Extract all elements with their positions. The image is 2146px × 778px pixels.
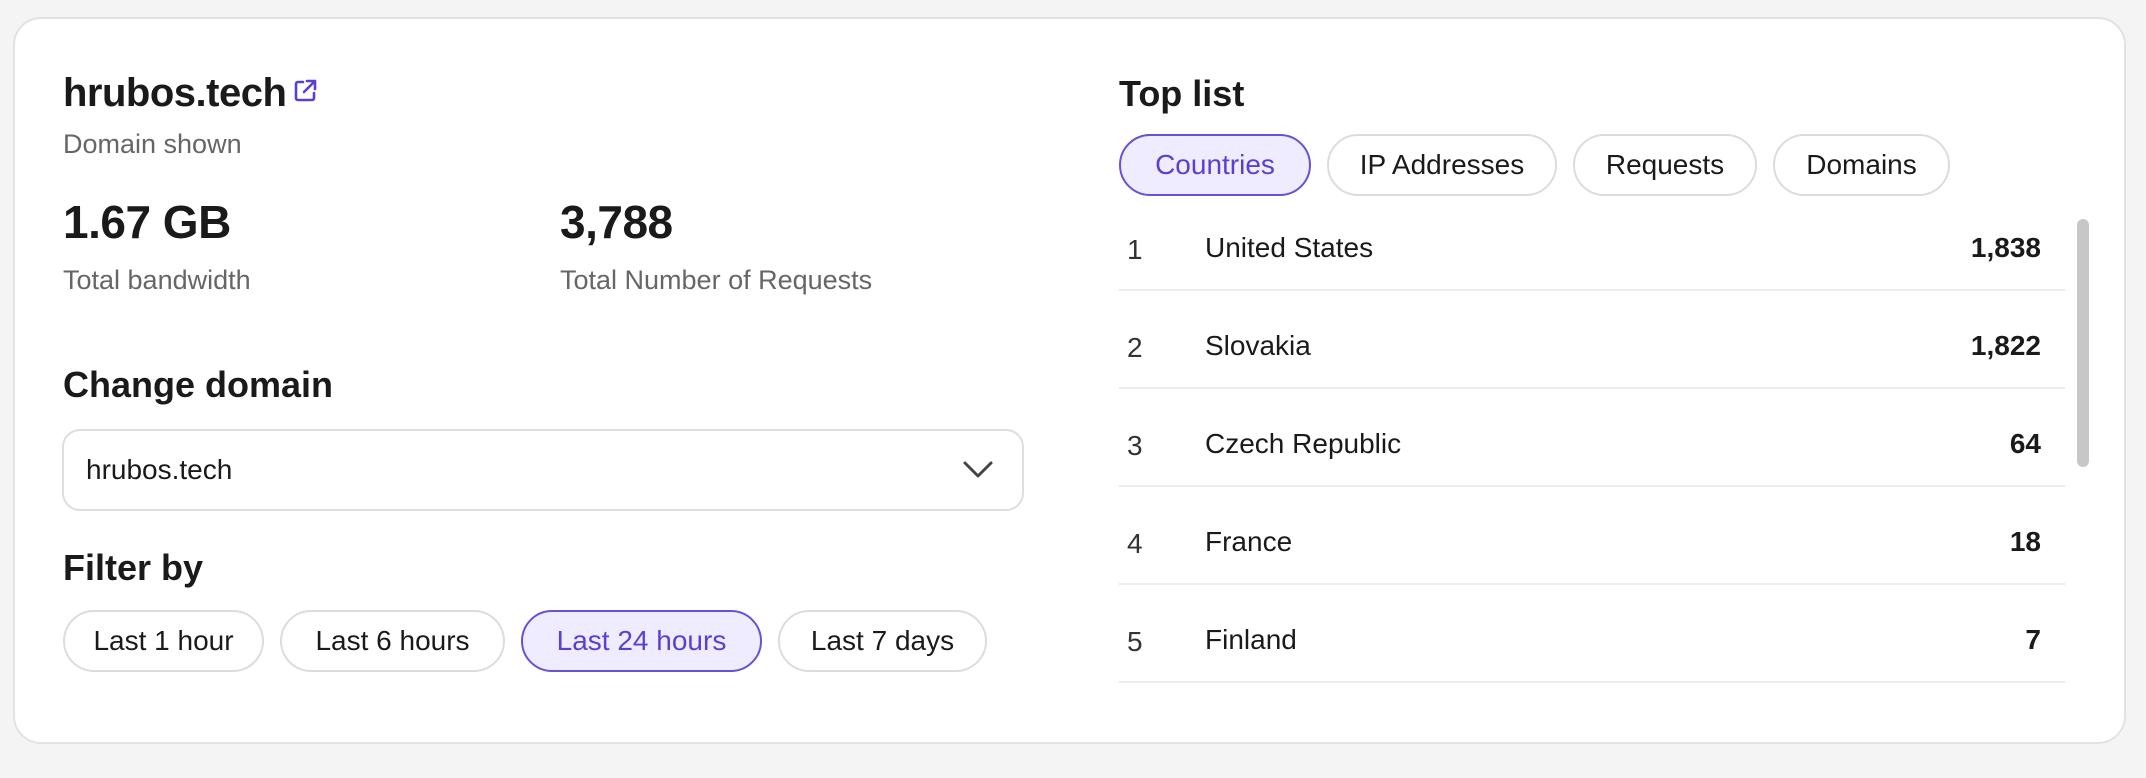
tab-domains[interactable]: Domains	[1773, 134, 1950, 196]
list-country: United States	[1205, 232, 1374, 263]
list-country: Czech Republic	[1205, 428, 1402, 459]
domain-select-value: hrubos.tech	[86, 454, 233, 485]
list-item: 5 Finland 7	[1119, 586, 2065, 683]
list-rank: 3	[1127, 430, 1143, 461]
filter-last-6-hours[interactable]: Last 6 hours	[280, 610, 505, 672]
bandwidth-value: 1.67 GB	[63, 196, 231, 248]
list-country: Finland	[1205, 624, 1297, 655]
list-count: 7	[2025, 624, 2041, 655]
filter-last-24-hours[interactable]: Last 24 hours	[521, 610, 762, 672]
filter-last-1-hour[interactable]: Last 1 hour	[63, 610, 264, 672]
list-count: 1,838	[1970, 232, 2041, 263]
bandwidth-label: Total bandwidth	[63, 265, 251, 295]
requests-label: Total Number of Requests	[560, 265, 873, 295]
list-scrollbar[interactable]	[2077, 219, 2089, 467]
list-rank: 4	[1127, 528, 1143, 559]
list-count: 18	[2009, 526, 2041, 557]
top-list[interactable]: 1 United States 1,838 2 Slovakia 1,822 3…	[1119, 204, 2065, 704]
domain-select[interactable]: hrubos.tech	[62, 429, 1024, 511]
list-country: Slovakia	[1205, 330, 1311, 361]
tab-requests[interactable]: Requests	[1573, 134, 1757, 196]
list-count: 1,822	[1970, 330, 2041, 361]
stats-card: hrubos.tech Domain shown 1.67 GB Total b…	[13, 17, 2126, 744]
list-rank: 1	[1127, 234, 1143, 265]
list-item: 3 Czech Republic 64	[1119, 390, 2065, 487]
list-count: 64	[2009, 428, 2041, 459]
list-item: 4 France 18	[1119, 488, 2065, 585]
domain-title: hrubos.tech	[63, 71, 318, 116]
requests-value: 3,788	[560, 196, 673, 248]
filter-title: Filter by	[63, 547, 204, 588]
chevron-down-icon	[963, 461, 993, 478]
external-link-icon[interactable]	[292, 69, 318, 102]
domain-subtitle: Domain shown	[63, 129, 242, 159]
top-list-title: Top list	[1119, 73, 1245, 114]
list-item: 1 United States 1,838	[1119, 204, 2065, 291]
list-country: France	[1205, 526, 1293, 557]
tab-countries[interactable]: Countries	[1119, 134, 1311, 196]
change-domain-title: Change domain	[63, 364, 334, 405]
list-item: 2 Slovakia 1,822	[1119, 292, 2065, 389]
list-rank: 5	[1127, 626, 1143, 657]
tab-ip-addresses[interactable]: IP Addresses	[1327, 134, 1557, 196]
domain-name: hrubos.tech	[63, 71, 287, 115]
filter-last-7-days[interactable]: Last 7 days	[778, 610, 987, 672]
list-rank: 2	[1127, 332, 1143, 363]
